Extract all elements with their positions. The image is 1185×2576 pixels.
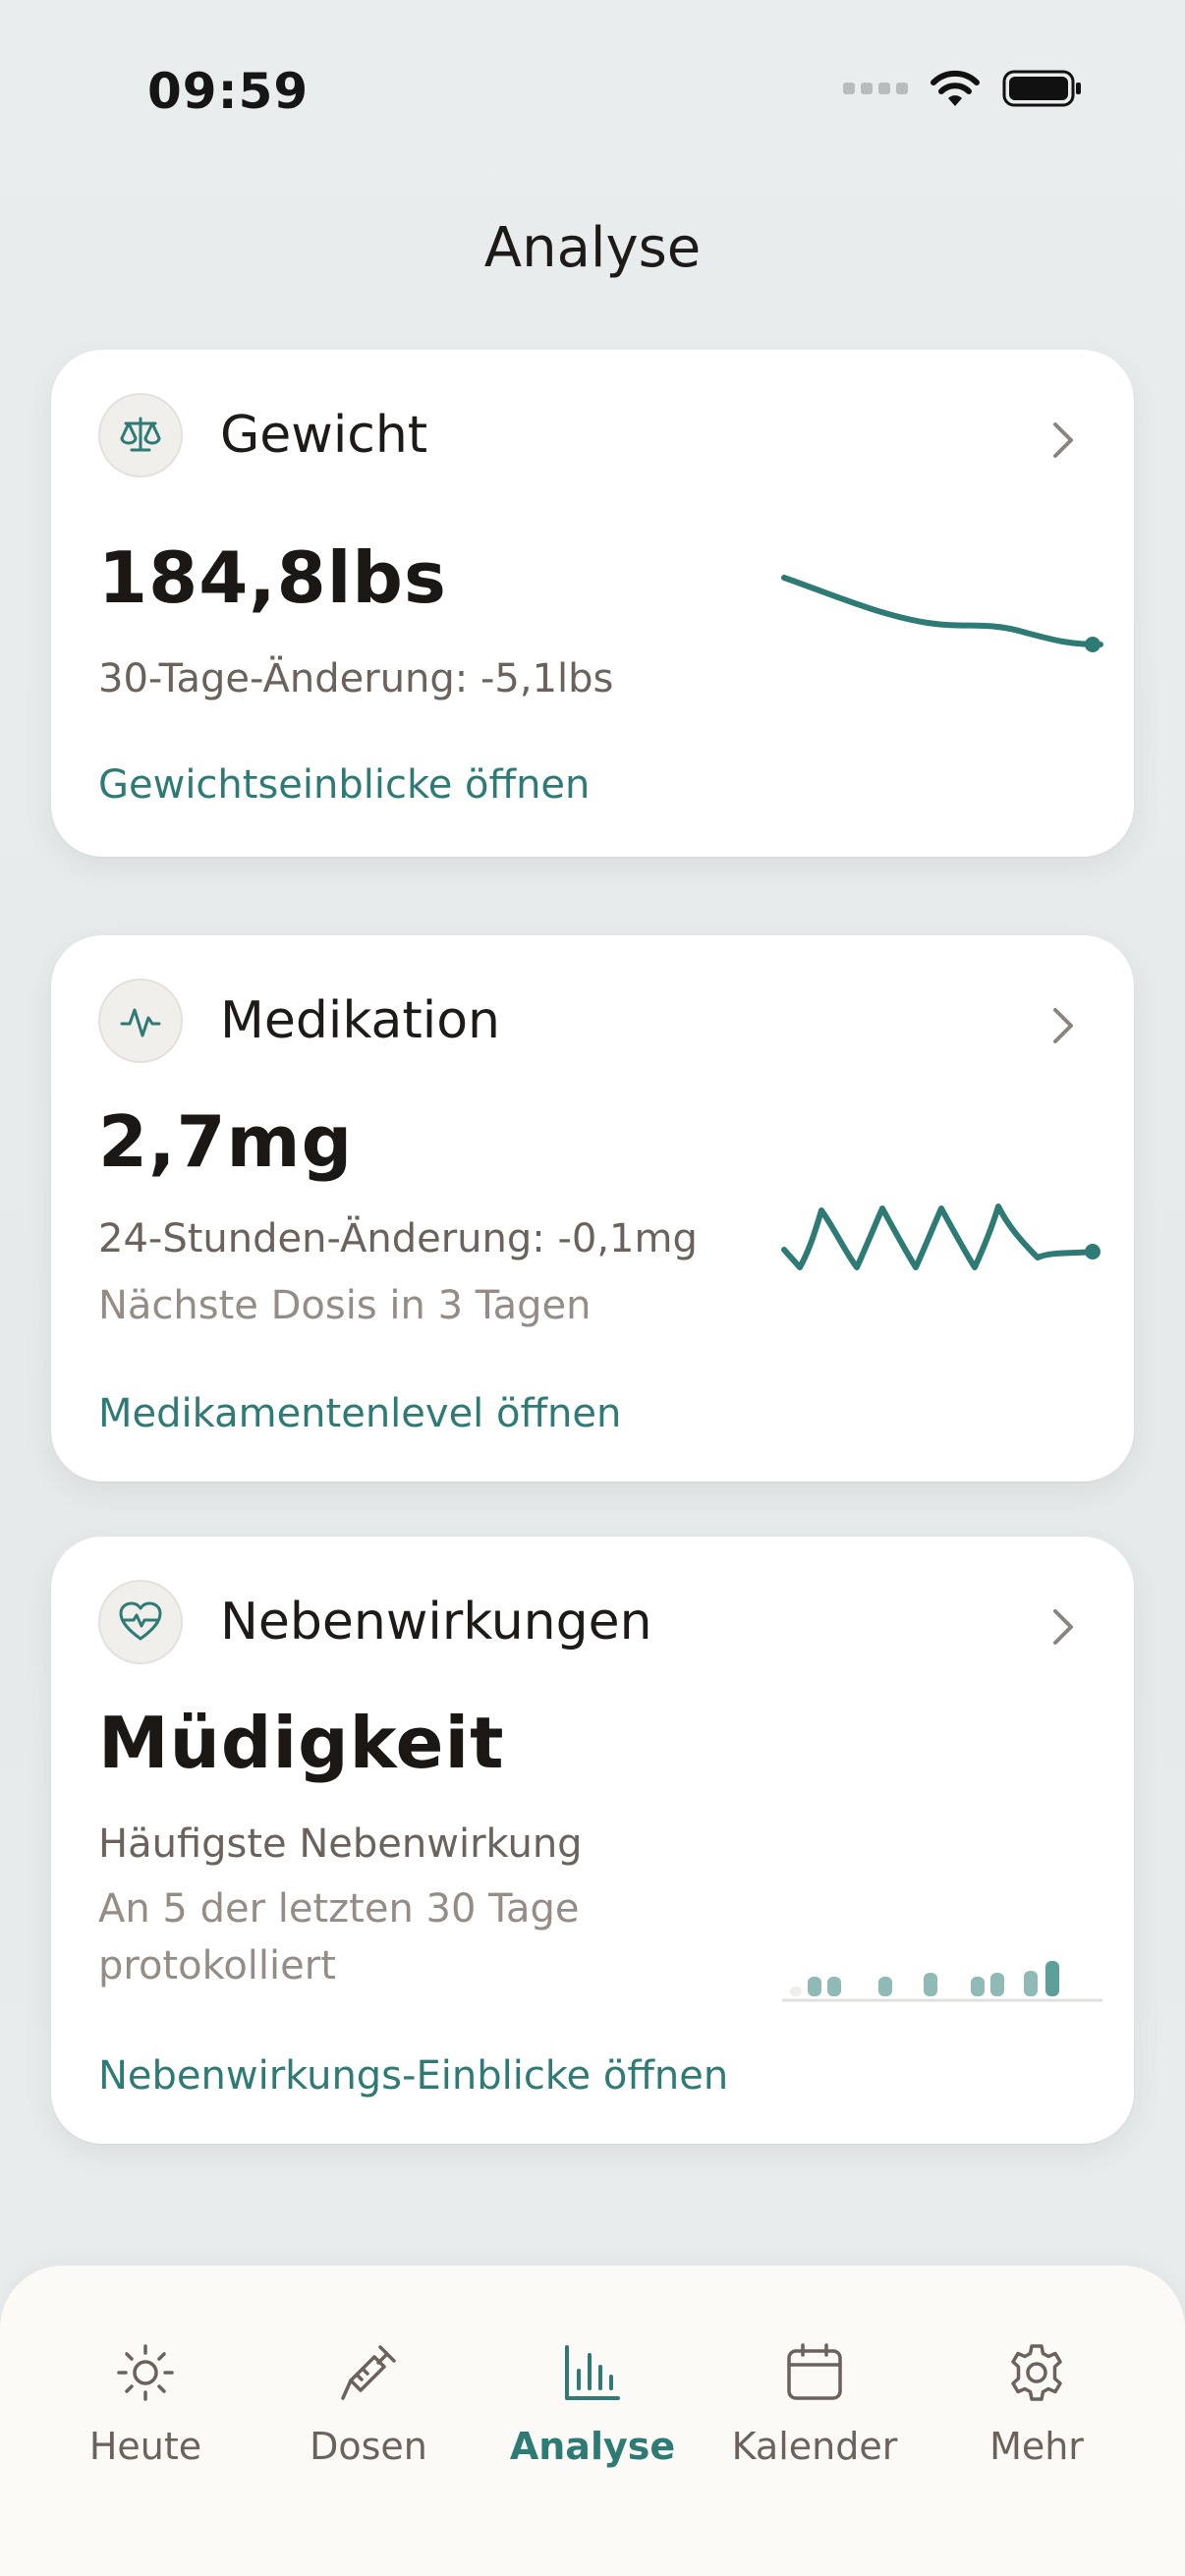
- weight-insights-link[interactable]: Gewichtseinblicke öffnen: [98, 762, 590, 808]
- tab-heute[interactable]: Heute: [47, 2338, 244, 2468]
- side-effect-frequency: An 5 der letzten 30 Tage: [98, 1886, 580, 1932]
- page-title: Analyse: [483, 216, 702, 280]
- medication-card[interactable]: Medikation 2,7mg 24-Stunden-Änderung: -0…: [51, 935, 1134, 1482]
- weight-change: 30-Tage-Änderung: -5,1lbs: [98, 656, 614, 701]
- status-icons: [843, 69, 1083, 108]
- gear-icon: [1011, 2344, 1062, 2401]
- heart-pulse-icon: [98, 1580, 183, 1664]
- tab-label: Dosen: [310, 2425, 427, 2468]
- medication-sparkline: [781, 1204, 1100, 1270]
- weight-card[interactable]: Gewicht 184,8lbs 30-Tage-Änderung: -5,1l…: [51, 350, 1134, 857]
- side-effect-label: Häufigste Nebenwirkung: [98, 1821, 583, 1867]
- medication-level-link[interactable]: Medikamentenlevel öffnen: [98, 1391, 621, 1436]
- bar-chart-icon: [565, 2345, 620, 2400]
- tab-dosen[interactable]: Dosen: [270, 2338, 467, 2468]
- side-effects-card[interactable]: Nebenwirkungen Müdigkeit Häufigste Neben…: [51, 1537, 1134, 2144]
- side-effects-card-header: Nebenwirkungen: [98, 1580, 652, 1664]
- bottom-tab-bar: Heute Dosen Analyse Kalender Mehr: [0, 2266, 1185, 2576]
- tab-mehr[interactable]: Mehr: [938, 2338, 1135, 2468]
- medication-card-title: Medikation: [220, 991, 500, 1050]
- medication-value: 2,7mg: [98, 1100, 354, 1183]
- weight-sparkline: [781, 575, 1103, 652]
- weight-value: 184,8lbs: [98, 536, 447, 619]
- syringe-icon: [341, 2345, 396, 2400]
- chevron-right-icon[interactable]: [1051, 420, 1075, 460]
- side-effects-insights-link[interactable]: Nebenwirkungs-Einblicke öffnen: [98, 2053, 728, 2099]
- tab-analyse[interactable]: Analyse: [494, 2338, 691, 2468]
- tab-label: Mehr: [989, 2425, 1084, 2468]
- medication-card-header: Medikation: [98, 979, 500, 1063]
- sun-icon: [117, 2344, 174, 2401]
- tab-label: Analyse: [509, 2425, 676, 2468]
- calendar-icon: [787, 2343, 842, 2400]
- status-time: 09:59: [147, 63, 310, 120]
- tab-kalender[interactable]: Kalender: [716, 2338, 913, 2468]
- top-side-effect: Müdigkeit: [98, 1702, 505, 1784]
- chevron-right-icon[interactable]: [1051, 1006, 1075, 1045]
- scale-icon: [98, 393, 183, 477]
- side-effects-bar-sparkline: [782, 1961, 1102, 2002]
- side-effects-card-title: Nebenwirkungen: [220, 1593, 652, 1652]
- next-dose-text: Nächste Dosis in 3 Tagen: [98, 1283, 592, 1328]
- wifi-icon: [931, 70, 980, 106]
- medication-change: 24-Stunden-Änderung: -0,1mg: [98, 1216, 698, 1261]
- tab-label: Kalender: [731, 2425, 898, 2468]
- status-bar: 09:59: [0, 0, 1185, 196]
- pulse-icon: [98, 979, 183, 1063]
- tab-label: Heute: [88, 2425, 202, 2468]
- weight-card-title: Gewicht: [220, 406, 428, 465]
- chevron-right-icon[interactable]: [1051, 1607, 1075, 1647]
- cellular-signal-icon: [843, 83, 908, 94]
- side-effect-frequency-suffix: protokolliert: [98, 1943, 336, 1988]
- battery-icon: [1002, 70, 1081, 107]
- weight-card-header: Gewicht: [98, 393, 427, 477]
